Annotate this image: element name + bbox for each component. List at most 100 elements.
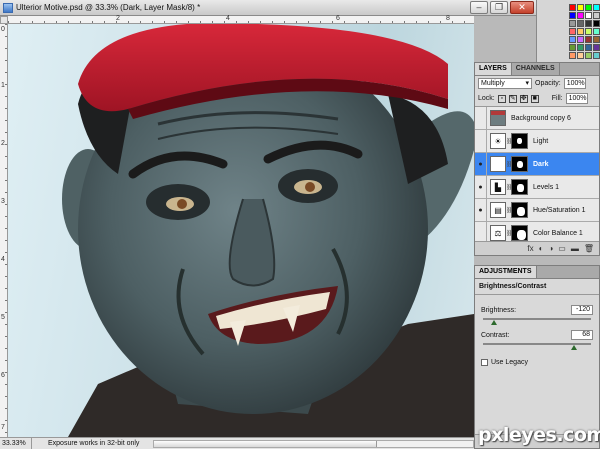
color-swatch[interactable] (569, 20, 576, 27)
color-swatch[interactable] (569, 28, 576, 35)
color-swatch[interactable] (569, 36, 576, 43)
adjustment-layer-icon[interactable]: ☀ (490, 133, 506, 149)
tab-layers[interactable]: LAYERS (475, 63, 512, 75)
color-swatch[interactable] (593, 12, 600, 19)
minimize-button[interactable]: – (470, 1, 488, 14)
new-layer-icon[interactable]: ▬ (571, 244, 579, 253)
visibility-eye-icon[interactable]: ● (475, 198, 487, 222)
color-swatch[interactable] (593, 28, 600, 35)
brightness-field[interactable]: -120 (571, 305, 593, 315)
color-swatch[interactable] (569, 44, 576, 51)
ruler-number: 4 (226, 15, 230, 22)
ruler-number: 5 (1, 314, 5, 321)
visibility-eye-icon[interactable] (475, 221, 487, 242)
opacity-field[interactable]: 100% (563, 78, 586, 89)
color-swatch[interactable] (593, 36, 600, 43)
brightness-label: Brightness: (481, 306, 517, 314)
layer-row[interactable]: Background copy 6 (475, 107, 599, 130)
layer-row[interactable]: ● ☀ ⛓ Dark (475, 152, 599, 176)
color-swatch[interactable] (577, 52, 584, 59)
ruler-top[interactable]: 2 4 6 8 (8, 15, 474, 24)
lock-transparency-icon[interactable]: ▫ (497, 94, 506, 103)
use-legacy-checkbox[interactable] (481, 359, 488, 366)
add-mask-icon[interactable]: ◑ (548, 244, 553, 253)
link-layers-icon[interactable]: fx (527, 244, 533, 253)
ruler-left[interactable]: 0 1 2 3 4 5 6 7 (0, 24, 8, 437)
color-swatch[interactable] (593, 44, 600, 51)
layer-name[interactable]: Dark (533, 161, 549, 168)
horizontal-scrollbar[interactable] (153, 439, 474, 448)
adjustment-layer-icon[interactable]: ⚖ (490, 225, 506, 241)
color-swatch[interactable] (593, 20, 600, 27)
layer-name[interactable]: Hue/Saturation 1 (533, 207, 586, 214)
color-swatch[interactable] (577, 28, 584, 35)
tab-channels[interactable]: CHANNELS (512, 63, 560, 75)
layer-row[interactable]: ☀ ⛓ Light (475, 129, 599, 153)
adjustment-layer-icon[interactable]: ▙ (490, 179, 506, 195)
color-swatch[interactable] (569, 4, 576, 11)
ruler-number: 2 (1, 140, 5, 147)
layer-row[interactable]: ● ▙ ⛓ Levels 1 (475, 175, 599, 199)
color-swatch[interactable] (577, 4, 584, 11)
blend-mode-select[interactable]: Multiply (478, 78, 532, 89)
layer-row[interactable]: ⚖ ⛓ Color Balance 1 (475, 221, 599, 242)
fill-field[interactable]: 100% (565, 93, 588, 104)
layer-name[interactable]: Levels 1 (533, 184, 559, 191)
use-legacy-label: Use Legacy (491, 359, 528, 366)
visibility-eye-icon[interactable]: ● (475, 175, 487, 199)
layer-name[interactable]: Background copy 6 (511, 115, 571, 122)
opacity-label: Opacity: (535, 80, 561, 87)
contrast-field[interactable]: 68 (571, 330, 593, 340)
ruler-number: 6 (336, 15, 340, 22)
color-swatch[interactable] (577, 36, 584, 43)
lock-image-icon[interactable]: ✎ (508, 94, 517, 103)
trash-icon[interactable]: 🗑 (584, 244, 594, 253)
visibility-eye-icon[interactable] (475, 129, 487, 153)
status-bar: 33.33% Exposure works in 32-bit only (0, 437, 474, 449)
layer-photo-thumbnail[interactable] (490, 110, 506, 126)
color-swatch[interactable] (569, 12, 576, 19)
color-swatch[interactable] (569, 52, 576, 59)
brightness-slider[interactable] (483, 318, 591, 325)
adjustment-layer-icon[interactable]: ☀ (490, 156, 506, 172)
maximize-button[interactable]: ❐ (490, 1, 508, 14)
layer-mask-thumbnail[interactable] (511, 179, 528, 195)
lock-all-icon[interactable]: ■ (530, 94, 539, 103)
color-swatch[interactable] (585, 28, 592, 35)
color-swatch[interactable] (593, 4, 600, 11)
ruler-corner[interactable] (0, 16, 8, 24)
layer-list: Background copy 6 ☀ ⛓ Light ● ☀ ⛓ Dark ● ▙ ⛓ Levels… (475, 106, 599, 242)
color-swatch[interactable] (585, 44, 592, 51)
contrast-slider-knob[interactable] (570, 345, 577, 350)
ruler-number: 6 (1, 372, 5, 379)
zoom-level[interactable]: 33.33% (0, 438, 32, 449)
layer-mask-thumbnail[interactable] (511, 202, 528, 218)
layers-footer: fx ◐ ◑ ▭ ▬ 🗑 (475, 241, 599, 255)
layer-row[interactable]: ● ▤ ⛓ Hue/Saturation 1 (475, 198, 599, 222)
layer-mask-thumbnail[interactable] (511, 225, 528, 241)
contrast-slider[interactable] (483, 343, 591, 350)
tab-adjustments[interactable]: ADJUSTMENTS (475, 266, 537, 278)
color-swatch[interactable] (585, 52, 592, 59)
lock-position-icon[interactable]: ✥ (519, 94, 528, 103)
brightness-slider-knob[interactable] (490, 320, 497, 325)
layer-mask-thumbnail[interactable] (511, 156, 528, 172)
layer-name[interactable]: Color Balance 1 (533, 230, 583, 237)
new-adjustment-icon[interactable]: ▭ (558, 244, 566, 253)
color-swatch[interactable] (577, 12, 584, 19)
close-button[interactable]: ✕ (510, 1, 534, 14)
color-swatch[interactable] (585, 12, 592, 19)
color-swatch[interactable] (585, 20, 592, 27)
layer-name[interactable]: Light (533, 138, 548, 145)
color-swatch[interactable] (577, 20, 584, 27)
adjustment-layer-icon[interactable]: ▤ (490, 202, 506, 218)
color-swatch[interactable] (585, 36, 592, 43)
color-swatch[interactable] (585, 4, 592, 11)
layer-mask-thumbnail[interactable] (511, 133, 528, 149)
document-canvas[interactable] (8, 24, 474, 437)
fx-icon[interactable]: ◐ (539, 244, 544, 253)
visibility-eye-icon[interactable]: ● (475, 152, 487, 176)
color-swatch[interactable] (593, 52, 600, 59)
visibility-eye-icon[interactable] (475, 107, 487, 130)
color-swatch[interactable] (577, 44, 584, 51)
